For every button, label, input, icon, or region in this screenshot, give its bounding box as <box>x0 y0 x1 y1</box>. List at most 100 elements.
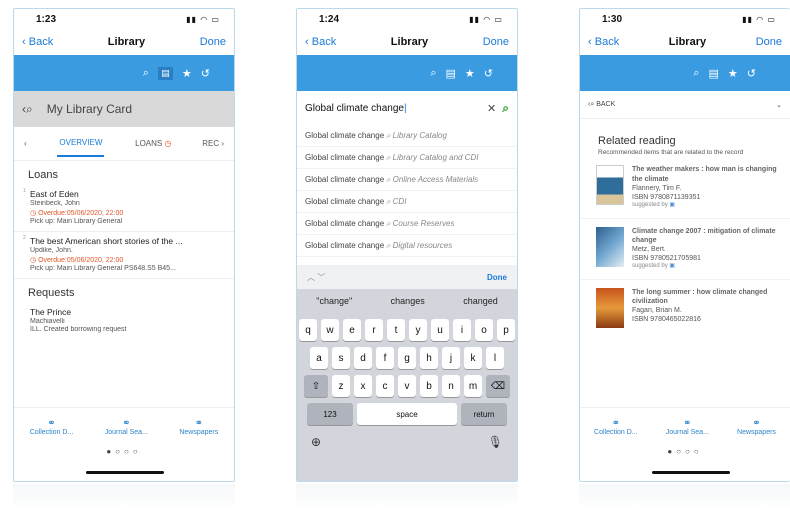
clock-icon: ◷ <box>30 257 37 264</box>
tab-rec[interactable]: REC › <box>202 139 224 148</box>
key-m[interactable]: m <box>464 375 482 397</box>
suggestion-item[interactable]: Global climate change ⌕ Course Reserves <box>297 213 517 235</box>
related-subtitle: Recommended items that are related to th… <box>598 149 744 156</box>
key-g[interactable]: g <box>398 347 416 369</box>
return-key[interactable]: return <box>461 403 507 425</box>
key-z[interactable]: z <box>332 375 350 397</box>
library-card-icon[interactable]: ▤ <box>157 66 173 80</box>
chevron-down-icon[interactable]: ⌄ <box>776 101 782 109</box>
suggestion-item[interactable]: Global climate change ⌕ Online Access Ma… <box>297 169 517 191</box>
history-icon[interactable]: ↺ <box>747 67 756 80</box>
tab-journal-search[interactable]: ⚭ Journal Sea... <box>105 418 148 436</box>
prediction[interactable]: changed <box>463 296 498 306</box>
book-cover-image <box>596 287 624 328</box>
list-item[interactable]: The weather makers : how man is changing… <box>580 157 790 219</box>
page-indicator[interactable]: ●○○○ <box>14 447 234 456</box>
request-status: ILL. Created borrowing request <box>30 326 127 333</box>
shift-key[interactable]: ⇧ <box>304 375 328 397</box>
numbers-key[interactable]: 123 <box>307 403 353 425</box>
list-item[interactable]: Climate change 2007 : mitigation of clim… <box>580 219 790 280</box>
key-q[interactable]: q <box>299 319 317 341</box>
loan-title: The best American short stories of the .… <box>30 236 183 246</box>
key-p[interactable]: p <box>497 319 515 341</box>
back-button[interactable]: ‹ Back <box>305 36 336 48</box>
history-icon[interactable]: ↺ <box>484 67 493 80</box>
tab-loans[interactable]: LOANS ◷ <box>135 139 171 148</box>
suggestion-item[interactable]: Global climate change ⌕ Digital resource… <box>297 235 517 257</box>
toolbar: ⌕ ▤ ★ ↺ <box>580 55 790 91</box>
record-back-button[interactable]: ‹⌕ BACK <box>588 101 615 109</box>
done-button[interactable]: Done <box>483 36 509 48</box>
key-v[interactable]: v <box>398 375 416 397</box>
prediction[interactable]: "change" <box>316 296 352 306</box>
key-h[interactable]: h <box>420 347 438 369</box>
suggested-by: suggested by ▣ <box>632 201 676 208</box>
key-y[interactable]: y <box>409 319 427 341</box>
history-icon[interactable]: ↺ <box>201 67 210 80</box>
search-icon[interactable]: ⌕ <box>693 67 699 80</box>
prev-next-arrows-icon[interactable]: ︿ ﹀ <box>307 272 325 283</box>
back-button[interactable]: ‹ Back <box>22 36 53 48</box>
key-l[interactable]: l <box>486 347 504 369</box>
search-input[interactable]: Global climate change| <box>305 103 407 114</box>
tabs-prev-icon[interactable]: ‹ <box>24 139 27 148</box>
list-item[interactable]: 2 The best American short stories of the… <box>14 232 234 279</box>
key-a[interactable]: a <box>310 347 328 369</box>
key-w[interactable]: w <box>321 319 339 341</box>
status-bar: 1:23 ▮▮ ◠ ▭ <box>14 9 234 29</box>
search-icon[interactable]: ⌕ <box>143 67 149 80</box>
key-n[interactable]: n <box>442 375 460 397</box>
search-small-icon: ⌕ <box>386 130 391 140</box>
status-bar: 1:24 ▮▮ ◠ ▭ <box>297 9 517 29</box>
key-c[interactable]: c <box>376 375 394 397</box>
key-r[interactable]: r <box>365 319 383 341</box>
key-j[interactable]: j <box>442 347 460 369</box>
microphone-icon[interactable]: 🎙 <box>488 435 503 449</box>
done-button[interactable]: Done <box>756 36 782 48</box>
list-item[interactable]: 1 East of Eden Steinbeck, John ◷ Overdue… <box>14 185 234 232</box>
tab-newspapers[interactable]: ⚭ Newspapers <box>179 418 218 436</box>
delete-key[interactable]: ⌫ <box>486 375 510 397</box>
link-icon: ⚭ <box>122 417 131 429</box>
search-icon[interactable]: ⌕ <box>430 67 436 80</box>
library-card-icon[interactable]: ▤ <box>709 67 719 80</box>
related-heading: Related reading <box>598 135 676 147</box>
back-search-icon[interactable]: ‹⌕ <box>22 102 33 117</box>
suggestion-item[interactable]: Global climate change ⌕ Library Catalog … <box>297 147 517 169</box>
search-bar: Global climate change| ✕ ⌕ <box>297 91 517 125</box>
key-u[interactable]: u <box>431 319 449 341</box>
key-e[interactable]: e <box>343 319 361 341</box>
library-card-icon[interactable]: ▤ <box>446 67 456 80</box>
star-icon[interactable]: ★ <box>465 67 475 80</box>
key-s[interactable]: s <box>332 347 350 369</box>
clear-icon[interactable]: ✕ <box>487 103 496 115</box>
star-icon[interactable]: ★ <box>728 67 738 80</box>
tab-overview[interactable]: OVERVIEW <box>57 130 105 157</box>
keyboard-done-button[interactable]: Done <box>487 273 507 282</box>
key-i[interactable]: i <box>453 319 471 341</box>
star-icon[interactable]: ★ <box>182 67 192 80</box>
tab-journal-search[interactable]: ⚭ Journal Sea... <box>666 418 709 436</box>
key-x[interactable]: x <box>354 375 372 397</box>
key-b[interactable]: b <box>420 375 438 397</box>
prediction[interactable]: changes <box>391 296 425 306</box>
key-f[interactable]: f <box>376 347 394 369</box>
page-indicator[interactable]: ●○○○ <box>580 447 790 456</box>
globe-icon[interactable]: ⊕ <box>311 435 321 449</box>
tab-newspapers[interactable]: ⚭ Newspapers <box>737 418 776 436</box>
list-item[interactable]: The Prince Machiavelli ILL. Created borr… <box>14 303 234 339</box>
key-k[interactable]: k <box>464 347 482 369</box>
list-item[interactable]: The long summer : how climate changed ci… <box>580 280 790 336</box>
search-submit-icon[interactable]: ⌕ <box>502 101 509 115</box>
tab-collection-discovery[interactable]: ⚭ Collection D... <box>30 418 74 436</box>
done-button[interactable]: Done <box>200 36 226 48</box>
suggestion-item[interactable]: Global climate change ⌕ Library Catalog <box>297 125 517 147</box>
space-key[interactable]: space <box>357 403 457 425</box>
back-button[interactable]: ‹ Back <box>588 36 619 48</box>
key-o[interactable]: o <box>475 319 493 341</box>
loan-overdue: ◷ Overdue:05/06/2020, 22:00 <box>30 210 124 217</box>
key-t[interactable]: t <box>387 319 405 341</box>
tab-collection-discovery[interactable]: ⚭ Collection D... <box>594 418 638 436</box>
key-d[interactable]: d <box>354 347 372 369</box>
suggestion-item[interactable]: Global climate change ⌕ CDI <box>297 191 517 213</box>
